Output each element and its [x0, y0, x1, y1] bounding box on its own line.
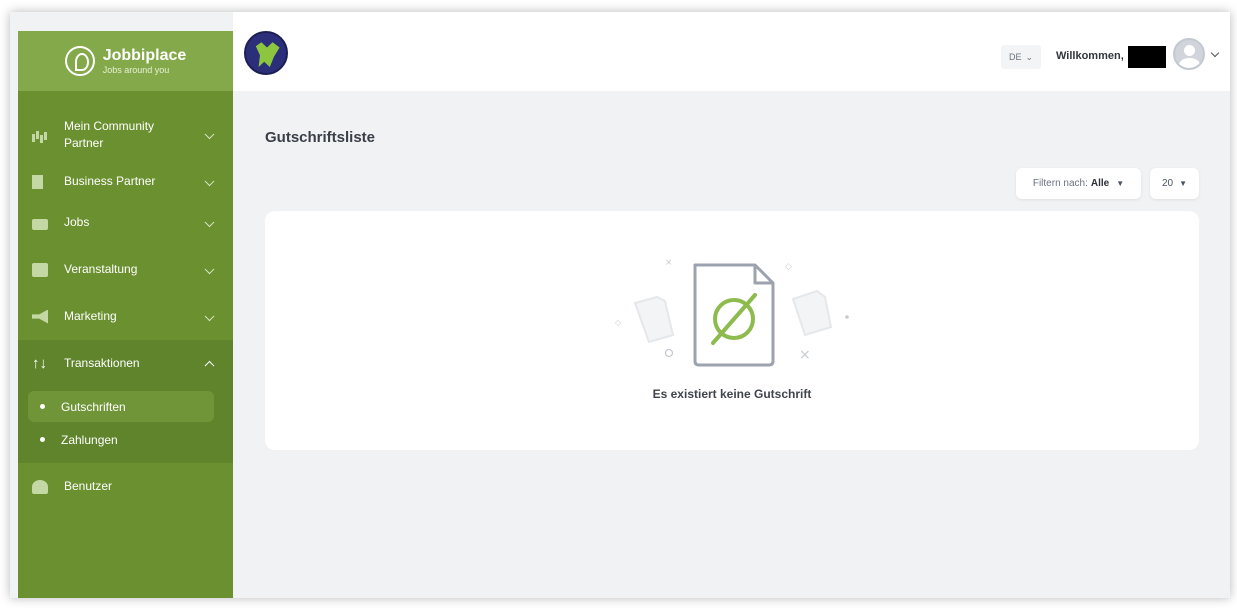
sidebar-item-jobs[interactable]: Jobs	[18, 199, 233, 246]
page-size-dropdown[interactable]: 20 ▼	[1150, 168, 1199, 199]
language-selector[interactable]: DE ⌄	[1001, 45, 1042, 69]
transaktionen-submenu: Gutschriften Zahlungen	[18, 387, 233, 463]
page-title: Gutschriftsliste	[265, 129, 376, 146]
brand-tagline: Jobs around you	[102, 64, 170, 75]
user-avatar-icon[interactable]	[1173, 38, 1205, 70]
redacted-username	[1128, 46, 1166, 68]
chevron-down-icon[interactable]	[1210, 48, 1220, 58]
chart-icon	[32, 128, 48, 142]
filter-value: Alle	[1090, 178, 1110, 189]
organization-logo-icon[interactable]	[244, 31, 288, 75]
top-bar: DE ⌄ Willkommen,	[233, 12, 1230, 91]
calendar-icon	[32, 262, 48, 277]
bullet-icon	[40, 404, 45, 409]
svg-text:×: ×	[799, 347, 811, 363]
briefcase-icon	[32, 219, 48, 230]
filter-dropdown[interactable]: Filtern nach: Alle ▼	[1016, 168, 1141, 199]
sidebar-subitem-label: Gutschriften	[61, 399, 126, 414]
sidebar: Jobbiplace Jobs around you Mein Communit…	[18, 31, 233, 598]
empty-state-card: × ◇ ◇ × Es existiert keine Gutschrift	[265, 211, 1199, 450]
svg-text:◇: ◇	[785, 262, 792, 272]
sidebar-item-label: Mein Community Partner	[64, 119, 155, 150]
language-value: DE	[1009, 52, 1022, 62]
sidebar-item-transaktionen[interactable]: ↑↓ Transaktionen	[18, 340, 233, 387]
arrows-updown-icon: ↑↓	[32, 354, 47, 372]
brand-text: Jobbiplace Jobs around you	[102, 46, 187, 75]
page-size-value: 20	[1161, 178, 1174, 189]
sidebar-subitem-gutschriften[interactable]: Gutschriften	[28, 391, 214, 422]
users-icon	[32, 479, 48, 494]
jobbiplace-logo-icon	[64, 46, 95, 76]
sidebar-subitem-label: Zahlungen	[61, 432, 118, 447]
empty-document-icon: × ◇ ◇ ×	[615, 258, 849, 367]
empty-state-message: Es existiert keine Gutschrift	[652, 387, 812, 401]
caret-down-icon: ▼	[1179, 179, 1188, 188]
sidebar-item-veranstaltung[interactable]: Veranstaltung	[18, 246, 233, 293]
sidebar-item-mein-community-partner[interactable]: Mein Community Partner	[18, 105, 233, 164]
brand-name: Jobbiplace	[102, 46, 187, 64]
svg-text:◇: ◇	[615, 318, 622, 327]
filter-label: Filtern nach:	[1032, 178, 1088, 189]
chevron-down-icon	[204, 128, 215, 139]
bullet-icon	[40, 437, 45, 442]
megaphone-icon	[32, 309, 48, 324]
sidebar-item-label: Benutzer	[64, 479, 113, 494]
sidebar-nav: Mein Community Partner Business Partner …	[18, 91, 233, 510]
caret-down-icon: ▼	[1116, 179, 1125, 188]
sidebar-item-benutzer[interactable]: Benutzer	[18, 463, 233, 510]
svg-text:×: ×	[665, 258, 673, 268]
sidebar-item-business-partner[interactable]: Business Partner	[18, 164, 233, 199]
sidebar-subitem-zahlungen[interactable]: Zahlungen	[28, 424, 214, 455]
building-icon	[32, 174, 43, 189]
brand-header[interactable]: Jobbiplace Jobs around you	[18, 31, 233, 91]
chevron-down-icon: ⌄	[1025, 51, 1034, 62]
sidebar-item-marketing[interactable]: Marketing	[18, 293, 233, 340]
welcome-text: Willkommen,	[1056, 50, 1124, 62]
